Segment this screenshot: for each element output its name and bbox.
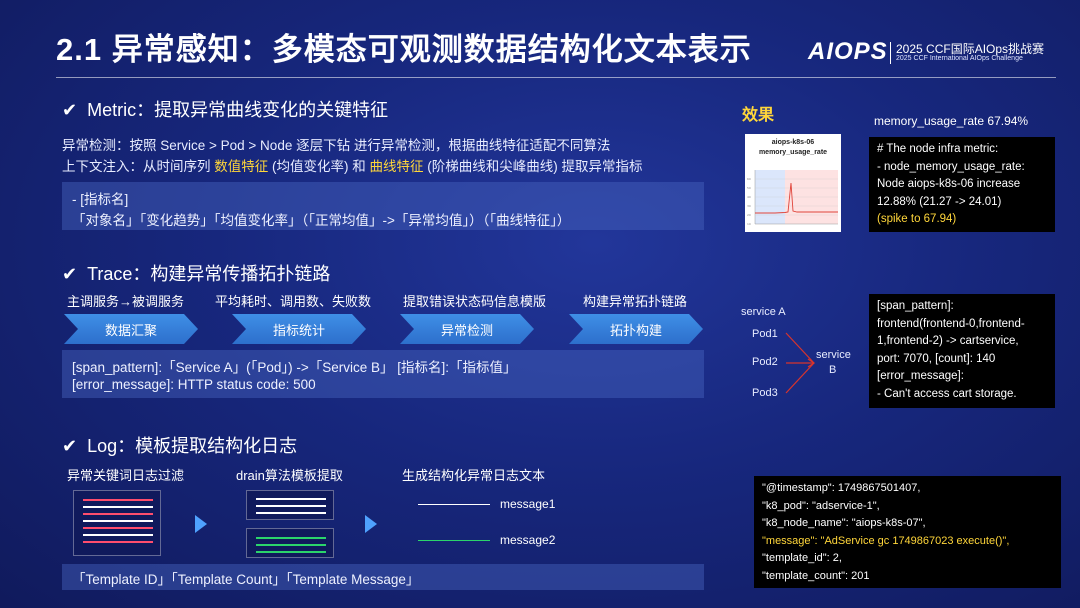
metric-result-box: # The node infra metric: - node_memory_u… [869, 137, 1055, 232]
memory-chart-thumbnail: aiops-k8s-06 memory_usage_rate 60 50 40 30… [745, 134, 841, 232]
trace-format-box: [span_pattern]:「Service A」(「Pod」) ->「Ser… [62, 350, 704, 398]
topology-pod3: Pod3 [752, 387, 778, 399]
topology-service-b-1: service [816, 349, 851, 361]
metric-result-line-2: - node_memory_usage_rate: [877, 160, 1025, 173]
log-caption-filter: 异常关键词日志过滤 [67, 468, 185, 483]
numeric-feature-highlight: 数值特征 [214, 159, 269, 174]
svg-text:30: 30 [747, 204, 751, 208]
document-icon [246, 490, 334, 520]
trace-format-line-1: [span_pattern]:「Service A」(「Pod」) ->「Ser… [72, 360, 517, 375]
metric-result-line-3: Node aiops-k8s-06 increase [877, 178, 1021, 190]
trace-result-line-1: [span_pattern]: [877, 300, 954, 312]
trace-step-4-caption: 构建异常拓扑链路 [583, 294, 688, 309]
trace-heading-text: Trace：构建异常传播拓扑链路 [87, 264, 331, 284]
log-result-line-2: "k8_pod": "adservice-1", [762, 499, 880, 512]
effect-label: 效果 [742, 107, 775, 124]
page-title: 2.1 异常感知：多模态可观测数据结构化文本表示 [56, 32, 752, 67]
metric-format-line-2: 「对象名」「变化趋势」「均值变化率」（「正常均值」->「异常均值」）（「曲线特征… [72, 213, 571, 228]
log-format-box: 「Template ID」「Template Count」「Template M… [62, 564, 704, 590]
metric-line-2: 上下文注入：从时间序列 数值特征 (均值变化率) 和 曲线特征 (阶梯曲线和尖峰… [62, 155, 643, 175]
svg-text:50: 50 [747, 186, 751, 190]
logo-title-en: 2025 CCF International AIOps Challenge [896, 55, 1023, 62]
metric-line-2-pre: 上下文注入：从时间序列 [62, 159, 215, 174]
message1-label: message1 [500, 497, 556, 511]
trace-result-line-4: port: 7070, [count]: 140 [877, 352, 996, 365]
log-result-line-1: "@timestamp": 1749867501407, [762, 482, 921, 494]
document-icon [73, 490, 161, 556]
svg-text:20: 20 [747, 213, 751, 217]
log-caption-drain: drain算法模板提取 [236, 468, 343, 483]
play-arrow-icon [365, 515, 377, 533]
step-arrow-topology-build: 拓扑构建 [569, 314, 703, 344]
trace-result-box: [span_pattern]: frontend(frontend-0,fron… [869, 294, 1055, 408]
trace-result-line-3: 1,frontend-2) -> cartservice, [877, 335, 1019, 347]
step-arrow-anomaly-detection: 异常检测 [400, 314, 534, 344]
topology-edges [785, 332, 816, 394]
metric-result-line-4: 12.88% (21.27 -> 24.01) [877, 195, 1002, 208]
metric-format-line-1: - [指标名] [72, 192, 129, 207]
aiops-logo: AIOPS [808, 38, 888, 65]
trace-heading: ✔ Trace：构建异常传播拓扑链路 [62, 260, 330, 286]
trace-step-1-caption: 主调服务→被调服务 [67, 294, 185, 309]
log-result-message: "message": "AdService gc 1749867023 exec… [762, 534, 1010, 547]
trace-step-2-caption: 平均耗时、调用数、失败数 [215, 294, 372, 309]
check-icon: ✔ [62, 436, 78, 456]
topology-service-b-2: B [829, 364, 837, 376]
svg-text:10: 10 [747, 222, 751, 226]
play-arrow-icon [195, 515, 207, 533]
topology-pod2: Pod2 [752, 356, 778, 368]
metric-format-box: - [指标名] 「对象名」「变化趋势」「均值变化率」（「正常均值」->「异常均值… [62, 182, 704, 230]
trace-result-line-5: [error_message]: [877, 370, 964, 382]
curve-feature-highlight: 曲线特征 [369, 159, 424, 174]
svg-text:60: 60 [747, 177, 751, 181]
metric-line-1: 异常检测：按照 Service > Pod > Node 逐层下钻 进行异常检测… [62, 138, 611, 153]
check-icon: ✔ [62, 100, 78, 120]
trace-result-line-2: frontend(frontend-0,frontend- [877, 317, 1025, 330]
log-result-line-5: "template_id": 2, [762, 552, 842, 564]
message2-line [418, 540, 490, 541]
message1-line [418, 504, 490, 505]
message2-label: message2 [500, 533, 556, 547]
log-heading-text: Log：模板提取结构化日志 [87, 436, 298, 456]
log-heading: ✔ Log：模板提取结构化日志 [62, 432, 297, 458]
metric-heading-text: Metric：提取异常曲线变化的关键特征 [87, 100, 389, 120]
step-arrow-data-aggregation: 数据汇聚 [64, 314, 198, 344]
chart-plot: 60 50 40 30 20 10 [747, 170, 838, 226]
trace-result-line-6: - Can't access cart storage. [877, 387, 1017, 400]
topology-pod1: Pod1 [752, 328, 778, 340]
metric-line-2-mid: (均值变化率) 和 [268, 159, 370, 174]
document-icon [246, 528, 334, 558]
check-icon: ✔ [62, 264, 78, 284]
log-result-line-3: "k8_node_name": "aiops-k8s-07", [762, 517, 926, 529]
metric-line-2-post: (阶梯曲线和尖峰曲线) 提取异常指标 [423, 159, 643, 174]
memory-usage-rate: memory_usage_rate 67.94% [874, 114, 1029, 128]
trace-step-3-caption: 提取错误状态码信息模版 [403, 294, 547, 309]
metric-result-line-1: # The node infra metric: [877, 143, 999, 155]
logo-separator [890, 42, 891, 64]
log-result-box: "@timestamp": 1749867501407, "k8_pod": "… [754, 476, 1061, 588]
log-format-line: 「Template ID」「Template Count」「Template M… [72, 572, 420, 587]
log-caption-generate: 生成结构化异常日志文本 [402, 468, 546, 483]
metric-heading: ✔ Metric：提取异常曲线变化的关键特征 [62, 96, 388, 122]
topology-service-a: service A [741, 306, 786, 318]
step-arrow-metric-statistics: 指标统计 [232, 314, 366, 344]
title-divider [56, 77, 1056, 78]
metric-result-spike: (spike to 67.94) [877, 213, 957, 225]
log-result-line-6: "template_count": 201 [762, 569, 870, 582]
svg-text:40: 40 [747, 195, 751, 199]
trace-format-line-2: [error_message]: HTTP status code: 500 [72, 377, 316, 392]
